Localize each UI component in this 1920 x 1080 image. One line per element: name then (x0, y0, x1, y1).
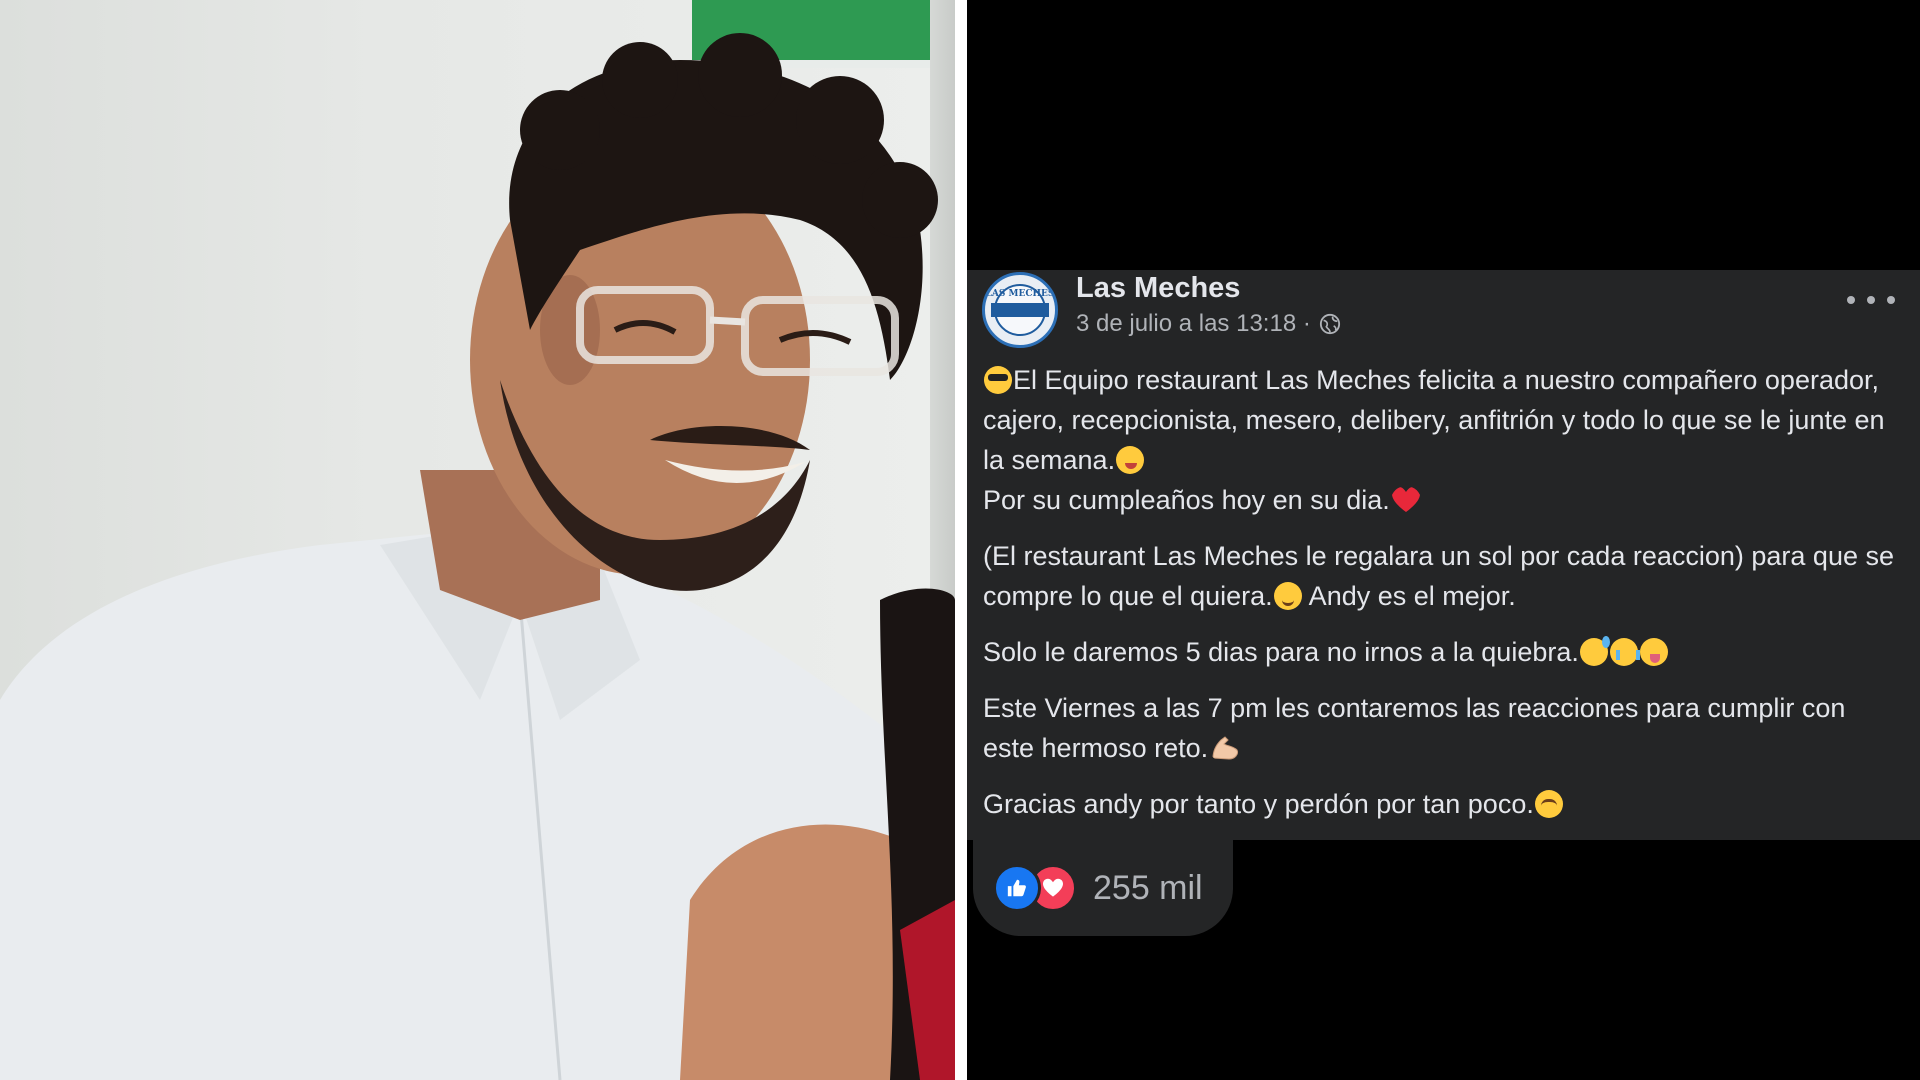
heart-emoji (1391, 487, 1420, 512)
post-meta: 3 de julio a las 13:18 · (1076, 310, 1341, 338)
post-paragraph-3: Solo le daremos 5 dias para no irnos a l… (983, 632, 1903, 672)
person-illustration (0, 33, 955, 1080)
like-icon (993, 864, 1041, 912)
post-text-2b: Andy es el mejor. (1302, 581, 1516, 611)
facebook-post-panel: LAS MECHES Las Meches 3 de julio a las 1… (967, 0, 1920, 1080)
sunglasses-emoji (984, 366, 1012, 394)
post-text-4: Este Viernes a las 7 pm les contaremos l… (983, 693, 1846, 763)
post-paragraph-2: (El restaurant Las Meches le regalara un… (983, 536, 1903, 616)
flexed-arm-emoji (1212, 736, 1239, 760)
dot (1867, 296, 1875, 304)
post-text-3: Solo le daremos 5 dias para no irnos a l… (983, 637, 1579, 667)
dot (1847, 296, 1855, 304)
post-text-1b: Por su cumpleaños hoy en su dia. (983, 485, 1390, 515)
page-name-link[interactable]: Las Meches (1076, 272, 1240, 305)
globe-icon (1319, 313, 1340, 335)
post-body: El Equipo restaurant Las Meches felicita… (983, 360, 1903, 840)
profile-photo (0, 0, 955, 1080)
wink-tongue-emoji (1116, 446, 1145, 474)
dot (1887, 296, 1895, 304)
reaction-count: 255 mil (1093, 868, 1203, 907)
post-text-5: Gracias andy por tanto y perdón por tan … (983, 789, 1534, 819)
avatar-band (991, 303, 1049, 317)
post-paragraph-1: El Equipo restaurant Las Meches felicita… (983, 360, 1903, 520)
relieved-emoji (1534, 790, 1563, 818)
more-options-icon[interactable] (1847, 286, 1895, 314)
crying-emoji (1609, 638, 1640, 666)
panel-divider (955, 0, 967, 1080)
sweat-smile-emoji (1579, 636, 1610, 666)
post-paragraph-5: Gracias andy por tanto y perdón por tan … (983, 784, 1903, 824)
page-avatar[interactable]: LAS MECHES (982, 272, 1058, 348)
smile-emoji (1273, 582, 1302, 610)
avatar-logo-text: LAS MECHES (985, 289, 1055, 299)
reactions-summary[interactable]: 255 mil (973, 845, 1227, 931)
post-paragraph-4: Este Viernes a las 7 pm les contaremos l… (983, 688, 1903, 768)
post-date[interactable]: 3 de julio a las 13:18 · (1076, 310, 1311, 338)
wink-tongue-emoji (1639, 638, 1668, 666)
